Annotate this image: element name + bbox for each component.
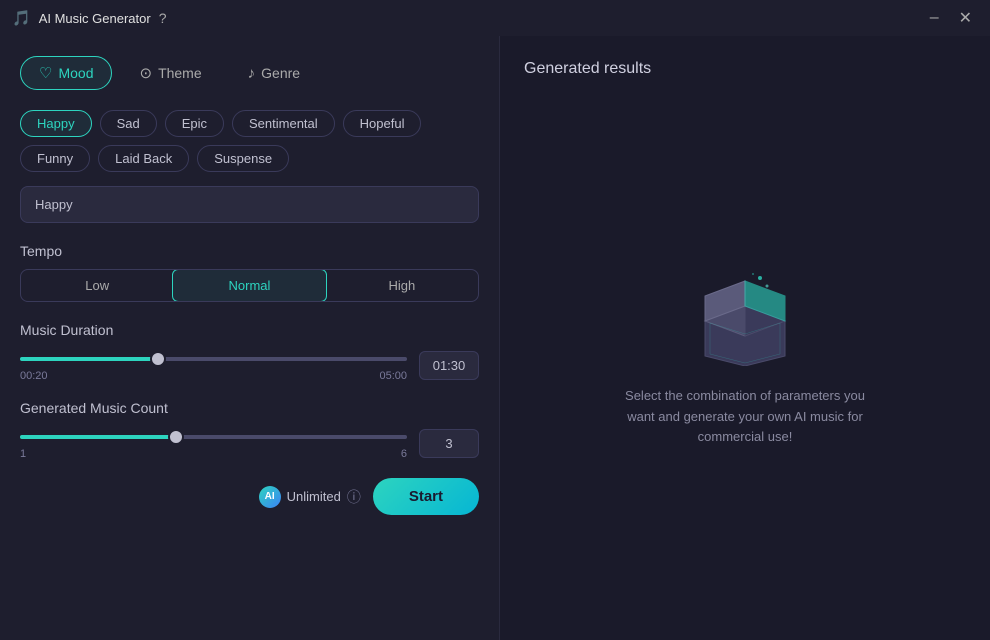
count-range-labels: 1 6 (20, 448, 407, 460)
close-button[interactable]: ✕ (953, 6, 978, 30)
title-bar: 🎵 AI Music Generator ? – ✕ (0, 0, 990, 36)
mood-tag-sad[interactable]: Sad (100, 110, 157, 137)
music-count-section: Generated Music Count 1 6 3 (20, 400, 479, 460)
unlimited-badge: AI Unlimited ⓘ (259, 486, 361, 508)
duration-slider[interactable] (20, 357, 407, 361)
main-content: ♡ Mood ⊙ Theme ♪ Genre Happy Sad Epic Se… (0, 36, 990, 640)
tab-mood-label: Mood (58, 65, 93, 81)
tab-bar: ♡ Mood ⊙ Theme ♪ Genre (20, 56, 479, 90)
count-slider[interactable] (20, 435, 407, 439)
app-icon: 🎵 (12, 9, 31, 27)
tab-theme[interactable]: ⊙ Theme (120, 56, 220, 90)
duration-slider-container: 00:20 05:00 (20, 348, 407, 382)
tempo-normal[interactable]: Normal (172, 269, 326, 302)
bottom-row: AI Unlimited ⓘ Start (20, 478, 479, 515)
tempo-high[interactable]: High (326, 270, 478, 301)
count-slider-row: 1 6 3 (20, 426, 479, 460)
mood-tags: Happy Sad Epic Sentimental Hopeful Funny… (20, 110, 479, 172)
music-duration-label: Music Duration (20, 322, 479, 338)
tempo-low[interactable]: Low (21, 270, 173, 301)
duration-value: 01:30 (419, 351, 479, 380)
right-panel: Generated results (500, 36, 990, 640)
app-title: AI Music Generator (39, 11, 151, 26)
unlimited-label: Unlimited (287, 489, 341, 504)
results-placeholder: Select the combination of parameters you… (524, 98, 966, 616)
tempo-label: Tempo (20, 243, 479, 259)
duration-max: 05:00 (379, 370, 407, 382)
mood-tag-happy[interactable]: Happy (20, 110, 92, 137)
tab-theme-label: Theme (158, 65, 202, 81)
count-value: 3 (419, 429, 479, 458)
unlimited-info-icon[interactable]: ⓘ (347, 487, 361, 507)
results-title: Generated results (524, 60, 966, 78)
mood-icon: ♡ (39, 64, 52, 82)
ai-icon: AI (259, 486, 281, 508)
music-count-label: Generated Music Count (20, 400, 479, 416)
minimize-button[interactable]: – (924, 6, 945, 30)
genre-icon: ♪ (248, 65, 256, 82)
left-panel: ♡ Mood ⊙ Theme ♪ Genre Happy Sad Epic Se… (0, 36, 500, 640)
music-duration-section: Music Duration 00:20 05:00 01:30 (20, 322, 479, 382)
mood-tag-hopeful[interactable]: Hopeful (343, 110, 422, 137)
mood-tag-funny[interactable]: Funny (20, 145, 90, 172)
duration-min: 00:20 (20, 370, 48, 382)
duration-range-labels: 00:20 05:00 (20, 370, 407, 382)
mood-tag-suspense[interactable]: Suspense (197, 145, 289, 172)
count-slider-container: 1 6 (20, 426, 407, 460)
count-min: 1 (20, 448, 26, 460)
mood-tag-epic[interactable]: Epic (165, 110, 224, 137)
mood-tag-laid-back[interactable]: Laid Back (98, 145, 189, 172)
results-placeholder-text: Select the combination of parameters you… (615, 386, 875, 448)
box-illustration (685, 266, 805, 366)
count-max: 6 (401, 448, 407, 460)
tab-genre-label: Genre (261, 65, 300, 81)
help-icon[interactable]: ? (159, 10, 167, 26)
tab-mood[interactable]: ♡ Mood (20, 56, 112, 90)
start-button[interactable]: Start (373, 478, 479, 515)
window-controls: – ✕ (924, 6, 978, 30)
theme-icon: ⊙ (139, 64, 152, 82)
tab-genre[interactable]: ♪ Genre (229, 56, 319, 90)
tempo-buttons: Low Normal High (20, 269, 479, 302)
duration-slider-row: 00:20 05:00 01:30 (20, 348, 479, 382)
mood-tag-sentimental[interactable]: Sentimental (232, 110, 335, 137)
selected-mood-display: Happy (20, 186, 479, 223)
